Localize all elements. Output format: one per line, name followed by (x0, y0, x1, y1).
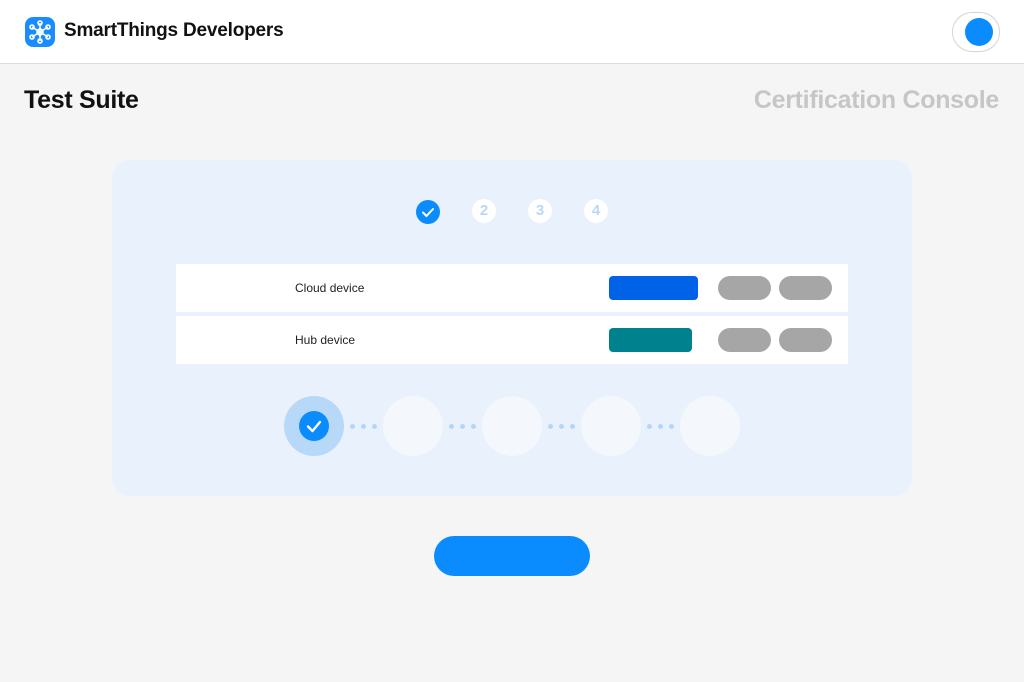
progress-step-5 (680, 396, 740, 456)
progress-connector-dot (559, 424, 564, 429)
console-title: Certification Console (753, 86, 999, 114)
step-1-completed (416, 200, 440, 224)
step-3: 3 (528, 199, 552, 223)
progress-connector-dot (471, 424, 476, 429)
check-icon (422, 208, 434, 217)
check-icon (299, 411, 329, 441)
device-action-pill[interactable] (779, 328, 832, 352)
progress-connector-dot (548, 424, 553, 429)
page-title: Test Suite (24, 86, 139, 114)
progress-connector-dot (460, 424, 465, 429)
progress-connector-dot (372, 424, 377, 429)
progress-connector-dot (570, 424, 575, 429)
profile-avatar-icon[interactable] (965, 18, 993, 46)
progress-connector-dot (449, 424, 454, 429)
device-status-bar (609, 276, 698, 300)
device-label: Hub device (295, 333, 356, 347)
device-label: Cloud device (295, 281, 365, 295)
progress-connector-dot (350, 424, 355, 429)
device-row-hub[interactable]: Hub device (176, 316, 848, 364)
device-status-bar (609, 328, 692, 352)
step-4: 4 (584, 199, 608, 223)
progress-connector-dot (669, 424, 674, 429)
progress-step-2 (383, 396, 443, 456)
progress-connector-dot (361, 424, 366, 429)
brand-name[interactable]: SmartThings Developers (64, 20, 284, 42)
progress-step-4 (581, 396, 641, 456)
progress-step-3 (482, 396, 542, 456)
top-bar: SmartThings Developers (0, 0, 1024, 64)
progress-connector-dot (658, 424, 663, 429)
progress-connector-dot (647, 424, 652, 429)
primary-action-button[interactable] (434, 536, 590, 576)
device-action-pill[interactable] (718, 276, 771, 300)
progress-step-1-completed (284, 396, 344, 456)
device-row-cloud[interactable]: Cloud device (176, 264, 848, 312)
device-action-pill[interactable] (779, 276, 832, 300)
smartthings-logo-icon[interactable] (25, 17, 55, 47)
device-action-pill[interactable] (718, 328, 771, 352)
step-2: 2 (472, 199, 496, 223)
